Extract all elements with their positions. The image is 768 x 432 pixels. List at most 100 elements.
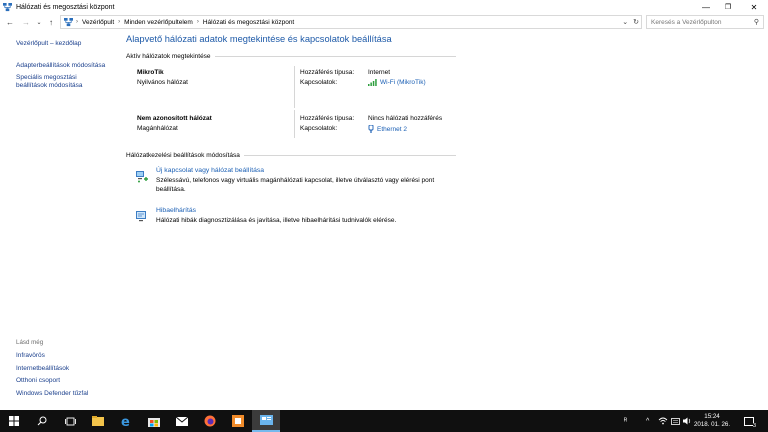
task-description: Hálózati hibák diagnosztizálása és javít… [156,217,397,224]
network-center-icon [3,2,12,11]
taskbar-file-explorer[interactable] [84,410,112,432]
network-entry: Nem azonosított hálózat Magánhálózat Hoz… [126,110,456,158]
close-button[interactable]: ✕ [740,0,768,14]
maximize-button[interactable]: ❐ [714,0,742,14]
back-button[interactable]: ← [4,17,16,29]
troubleshoot-link[interactable]: Hibaelhárítás [156,207,196,214]
forward-button[interactable]: → [20,17,32,29]
firefox-icon [204,415,216,427]
clock-date: 2018. 01. 26. [693,421,731,428]
notification-count: 3 [752,422,756,429]
network-name: MikroTik [137,69,164,76]
control-panel-icon [64,17,73,26]
notification-center-button[interactable]: 3 [744,410,756,432]
connection-link-ethernet[interactable]: Ethernet 2 [368,125,407,133]
connections-label: Kapcsolatok: [300,125,338,132]
sidebar-item-home[interactable]: Vezérlőpult – kezdőlap [16,40,116,48]
clock[interactable]: 15:24 2018. 01. 26. [690,413,734,429]
ethernet-icon [368,125,374,133]
page-title: Alapvető hálózati adatok megtekintése és… [126,34,392,44]
troubleshoot-icon [136,211,146,222]
sidebar-item-adapter-settings[interactable]: Adapterbeállítások módosítása [16,62,116,70]
taskbar-firefox[interactable] [196,410,224,432]
svg-text:e: e [121,415,130,427]
network-entry: MikroTik Nyilvános hálózat Hozzáférés tí… [126,66,456,112]
search-button[interactable] [28,410,56,432]
task-item: Hibaelhárítás Hálózati hibák diagnosztiz… [126,207,456,247]
refresh-icon[interactable]: ↻ [633,18,639,26]
breadcrumb-network-center[interactable]: Hálózati és megosztási központ [203,19,294,26]
address-dropdown-icon[interactable]: ⌄ [622,18,628,26]
address-bar[interactable]: › Vezérlőpult › Minden vezérlőpultelem ›… [60,15,642,29]
task-view-button[interactable] [56,410,84,432]
store-icon [148,417,160,427]
active-networks-header: Aktív hálózatok megtekintése [126,53,456,60]
sidebar-item-advanced-sharing[interactable]: Speciális megosztási beállítások módosít… [16,74,96,90]
connection-link-wifi[interactable]: Wi-Fi (MikroTik) [368,79,426,86]
breadcrumb-separator: › [76,19,78,25]
window-title: Hálózati és megosztási központ [16,3,115,11]
notification-icon: 3 [744,416,756,429]
see-also-firewall[interactable]: Windows Defender tűzfal [16,390,126,397]
chevron-up-icon: ^ [646,417,650,425]
new-connection-icon [136,171,148,183]
breadcrumb-all-items[interactable]: Minden vezérlőpultelem [124,19,193,26]
taskbar-control-panel[interactable] [252,410,280,432]
task-view-icon [64,417,76,425]
recent-locations-button[interactable]: ⌄ [33,17,45,29]
network-type[interactable]: Nyilvános hálózat [137,79,188,86]
search-icon [37,416,47,426]
edge-icon: e [121,415,130,427]
up-button[interactable]: ↑ [45,17,57,29]
control-panel-icon [259,415,273,425]
task-item: Új kapcsolat vagy hálózat beállítása Szé… [126,167,456,207]
connections-label: Kapcsolatok: [300,79,338,86]
mail-icon [176,416,188,426]
network-tray-icon [658,417,668,425]
access-type-label: Hozzáférés típusa: [300,69,355,76]
sidebar: Vezérlőpult – kezdőlap Adapterbeállításo… [16,40,116,94]
taskbar: e ᴿ ^ 15:24 2018. 01. 26. 3 [0,410,768,432]
search-input[interactable]: Keresés a Vezérlőpulton ⚲ [646,15,764,29]
divider [294,66,295,108]
app-icon [232,415,244,427]
windows-logo-icon [9,416,19,426]
access-type-label: Hozzáférés típusa: [300,115,355,122]
access-type-value: Nincs hálózati hozzáférés [368,115,443,122]
folder-icon [92,416,104,426]
see-also-label: Lásd még [16,339,44,346]
access-type-value: Internet [368,69,391,76]
search-placeholder: Keresés a Vezérlőpulton [651,18,722,26]
connection-label: Ethernet 2 [377,125,407,133]
connection-label: Wi-Fi (MikroTik) [380,79,426,86]
taskbar-store[interactable] [140,410,168,432]
start-button[interactable] [0,410,28,432]
see-also-infrared[interactable]: Infravörös [16,352,126,359]
divider [294,110,295,138]
title-bar: Hálózati és megosztási központ [0,0,768,14]
clock-time: 15:24 [704,413,720,420]
navigation-bar: ← → ⌄ ↑ › Vezérlőpult › Minden vezérlőpu… [0,14,768,31]
see-also-section: Lásd még Infravörös Internetbeállítások … [16,339,126,402]
tray-overflow-button[interactable]: ^ [646,410,649,432]
network-name: Nem azonosított hálózat [137,115,212,122]
breadcrumb-separator: › [118,19,121,25]
tray-network[interactable] [658,410,668,432]
breadcrumb-separator: › [196,19,199,25]
tray-keyboard[interactable] [671,410,680,432]
taskbar-edge[interactable]: e [112,410,140,432]
active-networks-title: Aktív hálózatok megtekintése [126,53,211,60]
task-description: Szélessávú, telefonos vagy virtuális mag… [156,177,435,193]
wifi-icon [368,79,377,86]
search-icon[interactable]: ⚲ [754,18,759,26]
see-also-internet-options[interactable]: Internetbeállítások [16,365,126,372]
network-type[interactable]: Magánhálózat [137,125,178,132]
main-content: Alapvető hálózati adatok megtekintése és… [126,34,456,247]
see-also-homegroup[interactable]: Otthoni csoport [16,377,126,384]
breadcrumb-control-panel[interactable]: Vezérlőpult [82,19,114,26]
keyboard-icon [671,417,680,425]
taskbar-mail[interactable] [168,410,196,432]
setup-new-connection-link[interactable]: Új kapcsolat vagy hálózat beállítása [156,167,264,174]
taskbar-app[interactable] [224,410,252,432]
tray-language[interactable]: ᴿ [624,410,627,432]
